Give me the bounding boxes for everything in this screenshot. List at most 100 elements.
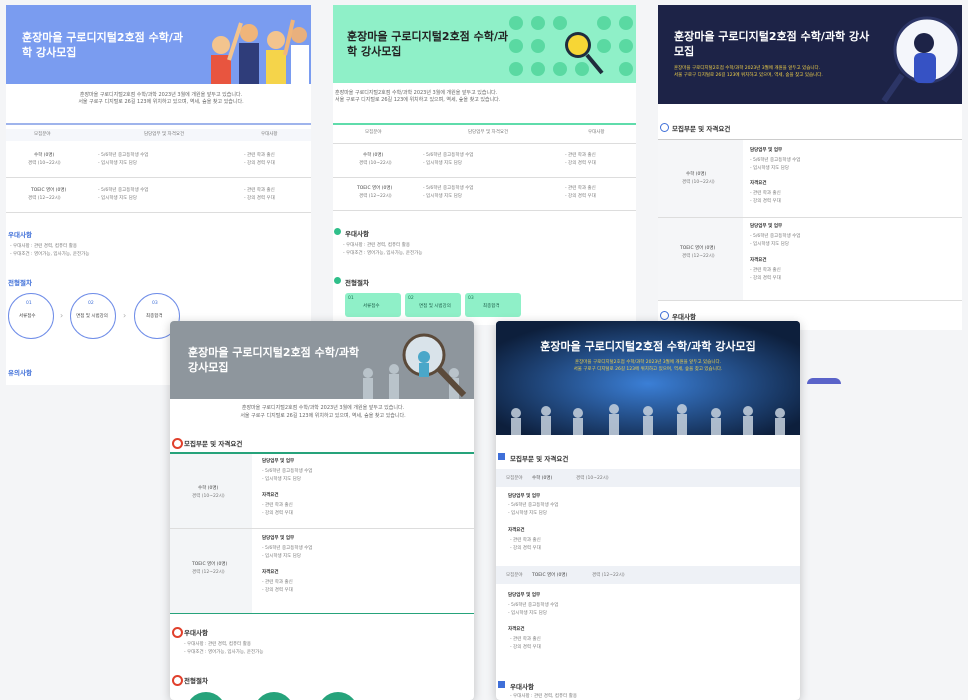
qual-label: 자격요건 xyxy=(262,493,279,498)
row2-duty2: - 입시학생 지도 담당 xyxy=(750,242,790,247)
row1-sub: 경력 (10~22시) xyxy=(576,476,609,481)
step-1-label: 서류접수 xyxy=(19,314,36,319)
row2-pref1: - 관련 학과 출신 xyxy=(510,637,541,642)
intro-line-2: 서울 구로구 디지털로 26길 123에 위치하고 있으며, 역세, 숲을 찾고… xyxy=(335,97,501,103)
row1-field: 수학 (0명) xyxy=(686,172,707,177)
recruit-heading: 모집부문 및 자격요건 xyxy=(184,440,243,448)
field-tag: 모집분야 xyxy=(506,476,523,481)
row1-duty1: - 5/6학년 중고등학생 수업 xyxy=(423,153,474,158)
people-illustration xyxy=(211,19,309,84)
intro-line-1: 훈장마을 구로디지털2호점 수학/과학 2023년 3월에 개원을 앞두고 있습… xyxy=(674,66,821,71)
intro-line-2: 서울 구로구 디지털로 26길 123에 위치하고 있으며, 역세, 숲을 찾고… xyxy=(240,413,406,419)
intro-line-1: 훈장마을 구로디지털2호점 수학/과학 2023년 3월에 개원을 앞두고 있습… xyxy=(241,405,405,411)
banner-5: 훈장마을 구로디지털2호점 수학/과학 강사모집 훈장마을 구로디지털2호점 수… xyxy=(496,321,800,435)
row1-duty1: - 5/6학년 중고등학생 수업 xyxy=(750,158,801,163)
preference-item-2: - 우대조건 : 영어가능, 입사가능, 운전가능 xyxy=(10,252,90,257)
section-bullet-icon xyxy=(172,438,183,449)
intro-line-2: 서울 구로구 디지털로 26길 123에 위치하고 있으며, 역세, 숲을 찾고… xyxy=(573,367,723,372)
row2-pref1: - 관련 학과 출신 xyxy=(750,268,781,273)
row-divider xyxy=(333,177,636,178)
row1-duty1: - 5/6학년 중고등학생 수업 xyxy=(98,153,149,158)
table-bottom-rule xyxy=(333,210,636,211)
banner-title: 훈장마을 구로디지털2호점 수학/과학 강사모집 xyxy=(540,340,756,353)
row2-field: TOEIC 영어 (0명) xyxy=(532,573,568,578)
intro-line-1: 훈장마을 구로디지털2호점 수학/과학 2023년 3월에 개원을 앞두고 있습… xyxy=(574,360,722,365)
preference-item-1: - 우대사항 : 관련 경력, 컴퓨터 활용 xyxy=(510,694,577,699)
posting-card-5[interactable]: 훈장마을 구로디지털2호점 수학/과학 강사모집 훈장마을 구로디지털2호점 수… xyxy=(496,321,800,700)
preference-heading: 우대사항 xyxy=(345,230,369,238)
row2-pref2: - 강의 경력 우대 xyxy=(510,645,541,650)
preference-heading: 우대사항 xyxy=(510,683,534,691)
step-circle-2 xyxy=(254,692,294,700)
row2-field: TOEIC 영어 (0명) xyxy=(680,246,716,251)
qual-label: 자격요건 xyxy=(508,627,525,632)
qual-label: 자격요건 xyxy=(262,570,279,575)
duty-label: 담당업무 및 업무 xyxy=(262,459,295,464)
step-3-num: 03 xyxy=(152,301,158,306)
section-bullet-icon xyxy=(660,123,669,132)
row1-pref1: - 관련 학과 출신 xyxy=(262,503,293,508)
th-pref: 우대사항 xyxy=(588,130,605,135)
row1-pref2: - 강의 경력 우대 xyxy=(262,511,293,516)
duty-label: 담당업무 및 업무 xyxy=(750,224,783,229)
background-tab xyxy=(807,378,841,384)
posting-card-4[interactable]: 훈장마을 구로디지털2호점 수학/과학 강사모집 훈장마을 구로디지털2호점 수… xyxy=(170,321,474,700)
row2-sub: 경력 (12~22시) xyxy=(592,573,625,578)
recruit-heading: 모집부문 및 자격요건 xyxy=(510,455,569,463)
row2-duty1: - 5/6학년 중고등학생 수업 xyxy=(262,546,313,551)
row2-field: TOEIC 영어 (0명) xyxy=(192,562,228,567)
row2-pref2: - 강의 경력 우대 xyxy=(750,276,781,281)
posting-card-2[interactable]: 훈장마을 구로디지털2호점 수학/과학 강사모집 훈장마을 구로디지털2호점 수… xyxy=(333,5,636,325)
step-2-label: 면접 및 시범강의 xyxy=(76,314,108,319)
row2-field: TOEIC 영어 (0명) xyxy=(357,186,393,191)
table-bottom-rule xyxy=(170,613,474,614)
table-bottom-rule xyxy=(6,212,311,213)
field-column-bg xyxy=(658,140,743,300)
row1-duty2: - 입시학생 지도 담당 xyxy=(262,477,302,482)
step-3-num: 03 xyxy=(468,296,474,301)
intro-line-1: 훈장마을 구로디지털2호점 수학/과학 2023년 3월에 개원을 앞두고 있습… xyxy=(79,92,243,98)
row2-pref2: - 강의 경력 우대 xyxy=(565,194,596,199)
field-tag: 모집분야 xyxy=(506,573,523,578)
recruit-heading: 모집부문 및 자격요건 xyxy=(672,125,731,133)
row1-duty1: - 5/6학년 중고등학생 수업 xyxy=(262,469,313,474)
intro-line-2: 서울 구로구 디지털로 26길 123에 위치하고 있으며, 역세, 숲을 찾고… xyxy=(674,73,823,78)
person-magnifier-illustration xyxy=(881,16,961,103)
row1-duty2: - 입시학생 지도 담당 xyxy=(423,161,463,166)
row1-pref1: - 관련 학과 출신 xyxy=(510,538,541,543)
qual-label: 자격요건 xyxy=(750,181,767,186)
preference-item-2: - 우대조건 : 영어가능, 입사가능, 운전가능 xyxy=(184,650,264,655)
table-bottom-rule xyxy=(658,300,962,301)
row2-pref1: - 관련 학과 출신 xyxy=(262,580,293,585)
row2-pref1: - 관련 학과 출신 xyxy=(244,188,275,193)
banner-title: 훈장마을 구로디지털2호점 수학/과학 강사모집 xyxy=(188,346,360,374)
row1-field: 수학 (0명) xyxy=(363,153,384,158)
row1-field: 수학 (0명) xyxy=(34,153,55,158)
row1-duty2: - 입시학생 지도 담당 xyxy=(750,166,790,171)
field-column-bg xyxy=(170,454,252,614)
process-heading: 전형절차 xyxy=(345,279,369,287)
row1-sub: 경력 (10~22시) xyxy=(359,161,392,166)
header-rule xyxy=(333,143,636,144)
row2-pref1: - 관련 학과 출신 xyxy=(565,186,596,191)
step-3-label: 최종합격 xyxy=(483,304,500,309)
qual-label: 자격요건 xyxy=(750,258,767,263)
preference-item-1: - 우대사항 : 관련 경력, 컴퓨터 활용 xyxy=(343,243,410,248)
row2-duty1: - 5/6학년 중고등학생 수업 xyxy=(423,186,474,191)
row2-pref2: - 강의 경력 우대 xyxy=(244,196,275,201)
banner-title: 훈장마을 구로디지털2호점 수학/과학 강사모집 xyxy=(22,31,184,59)
row1-sub: 경력 (10~22시) xyxy=(192,494,225,499)
row2-sub: 경력 (12~22시) xyxy=(192,570,225,575)
row1-pref2: - 강의 경력 우대 xyxy=(565,161,596,166)
section-bullet-icon xyxy=(172,627,183,638)
row1-sub: 경력 (10~22시) xyxy=(28,161,61,166)
preference-heading: 우대사항 xyxy=(184,629,208,637)
duty-label: 담당업무 및 업무 xyxy=(750,148,783,153)
row1-duty2: - 입시학생 지도 담당 xyxy=(98,161,138,166)
section-bullet-icon xyxy=(334,228,341,235)
posting-card-3[interactable]: 훈장마을 구로디지털2호점 수학/과학 강사모집 훈장마을 구로디지털2호점 수… xyxy=(658,5,962,330)
row2-duty1: - 5/6학년 중고등학생 수업 xyxy=(98,188,149,193)
preference-item-1: - 우대사항 : 관련 경력, 컴퓨터 활용 xyxy=(10,244,77,249)
row2-sub: 경력 (12~22시) xyxy=(28,196,61,201)
row2-duty2: - 입시학생 지도 담당 xyxy=(98,196,138,201)
